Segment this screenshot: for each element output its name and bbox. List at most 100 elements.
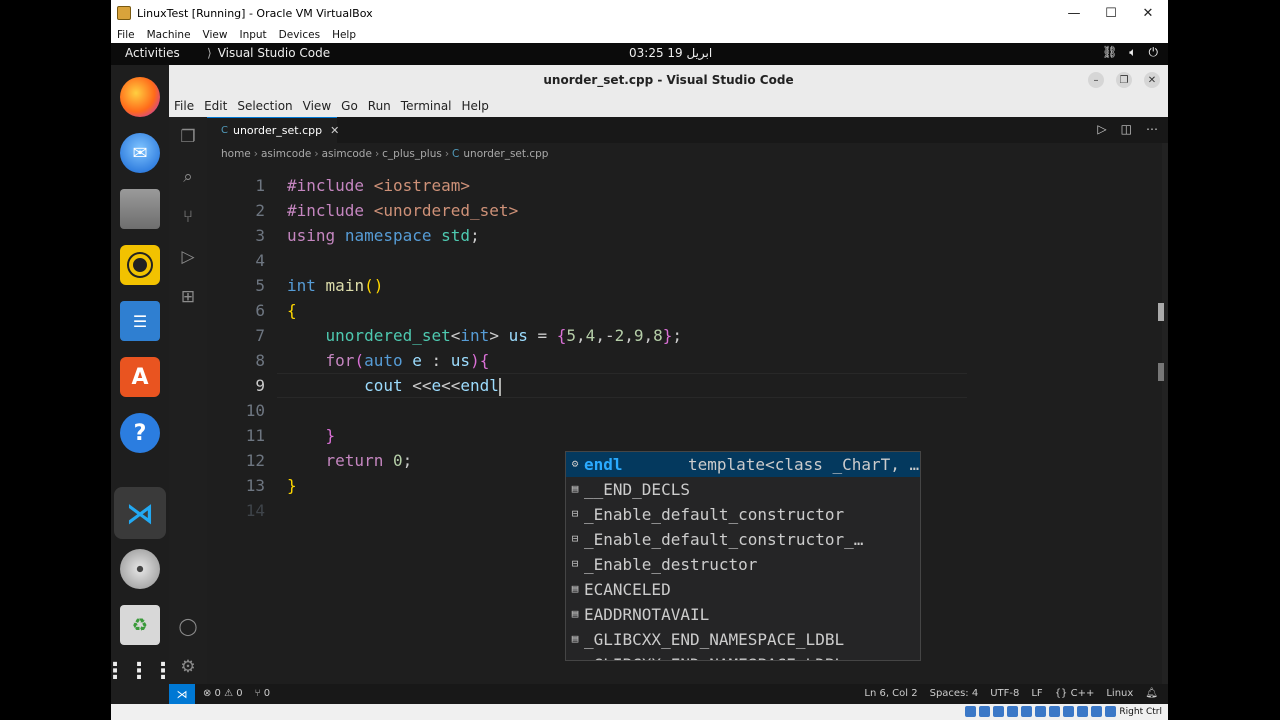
account-icon[interactable]: ◯ — [178, 617, 198, 637]
firefox-icon[interactable] — [120, 77, 160, 117]
software-icon[interactable]: A — [120, 357, 160, 397]
recording-icon[interactable] — [1063, 706, 1075, 717]
breadcrumb-item[interactable]: c_plus_plus — [382, 148, 442, 160]
menu-run[interactable]: Run — [363, 95, 396, 117]
editor-actions: ▷ ◫ ⋯ — [1097, 122, 1158, 136]
gnome-top-bar: Activities ⟩ Visual Studio Code 03:25 اب… — [111, 43, 1168, 65]
network-icon: ⛓ — [1102, 45, 1118, 59]
breadcrumb-item[interactable]: asimcode — [322, 148, 372, 160]
breadcrumb: home › asimcode › asimcode › c_plus_plus › C… — [221, 148, 549, 160]
optical-icon[interactable] — [979, 706, 991, 717]
run-debug-icon[interactable]: ▷ — [178, 247, 198, 267]
language-mode[interactable]: {} C++ — [1055, 688, 1095, 699]
menu-view[interactable]: View — [298, 95, 336, 117]
trash-icon[interactable]: ♻ — [120, 605, 160, 645]
app-menu[interactable]: ⟩ Visual Studio Code — [207, 46, 330, 60]
writer-icon[interactable]: ☰ — [120, 301, 160, 341]
manage-gear-icon[interactable]: ⚙ — [178, 657, 198, 677]
virtualbox-title: LinuxTest [Running] - Oracle VM VirtualB… — [137, 6, 373, 20]
breadcrumb-item[interactable]: unorder_set.cpp — [463, 148, 548, 160]
line-number: 9 — [255, 376, 265, 395]
display-icon[interactable] — [1049, 706, 1061, 717]
network-adapter-icon[interactable] — [1007, 706, 1019, 717]
cursor-position[interactable]: Ln 6, Col 2 — [864, 688, 917, 699]
menu-edit[interactable]: Edit — [199, 95, 232, 117]
audio-icon[interactable] — [993, 706, 1005, 717]
virtualbox-status-bar: Right Ctrl — [111, 704, 1168, 720]
help-icon[interactable]: ? — [120, 413, 160, 453]
cpu-icon[interactable] — [1077, 706, 1089, 717]
files-icon[interactable] — [120, 189, 160, 229]
close-icon[interactable]: ✕ — [1129, 0, 1167, 26]
vbox-menu-view[interactable]: View — [197, 26, 234, 43]
menu-selection[interactable]: Selection — [232, 95, 297, 117]
menu-help[interactable]: Help — [457, 95, 494, 117]
extensions-icon[interactable]: ⊞ — [178, 287, 198, 307]
suggestion-item[interactable]: ▤ __END_DECLS — [566, 477, 920, 502]
suggestion-item[interactable]: ▤_GLIBCXX_END_NAMESPACE_LDBL — [566, 627, 920, 652]
keyword-icon: ▤ — [571, 607, 579, 620]
mouse-integration-icon[interactable] — [1091, 706, 1103, 717]
scrollbar-thumb[interactable] — [1158, 363, 1164, 381]
suggestion-item[interactable]: ⊟ _Enable_destructor — [566, 552, 920, 577]
tab-close-icon[interactable]: ✕ — [330, 124, 339, 137]
activity-bar: ❐ ⌕ ⑂ ▷ ⊞ ◯ ⚙ — [169, 117, 207, 684]
encoding[interactable]: UTF-8 — [990, 688, 1019, 699]
tab-bar: C unorder_set.cpp ✕ ▷ ◫ ⋯ — [207, 117, 1168, 143]
keyword-icon: ▤ — [571, 632, 579, 645]
breadcrumb-item[interactable]: asimcode — [261, 148, 311, 160]
ports-status[interactable]: ⑂ 0 — [255, 688, 271, 699]
shared-folder-icon[interactable] — [1035, 706, 1047, 717]
line-number: 3 — [255, 226, 265, 245]
maximize-icon[interactable]: ☐ — [1092, 0, 1130, 26]
tab-unorder-set[interactable]: C unorder_set.cpp ✕ — [207, 117, 339, 143]
vbox-menu-devices[interactable]: Devices — [273, 26, 326, 43]
code-text: } — [287, 476, 297, 495]
vbox-menu-input[interactable]: Input — [233, 26, 272, 43]
vscode-icon[interactable]: ⋊ — [120, 493, 160, 533]
end-of-line[interactable]: LF — [1031, 688, 1042, 699]
clock[interactable]: 03:25 ابریل 19 — [629, 46, 712, 60]
apps-grid-icon[interactable]: ⋮⋮⋮ — [111, 651, 174, 691]
vscode-restore-icon[interactable]: ❐ — [1116, 72, 1132, 88]
vbox-menu-file[interactable]: File — [111, 26, 141, 43]
current-code-line: 9 cout <<e<<endl — [207, 373, 1168, 398]
vscode-minimize-icon[interactable]: – — [1088, 72, 1104, 88]
run-file-icon[interactable]: ▷ — [1097, 122, 1106, 136]
line-number: 12 — [245, 451, 265, 470]
source-control-icon[interactable]: ⑂ — [178, 207, 198, 227]
system-tray[interactable]: ⛓ 🔈︎ ⏻ — [1102, 45, 1158, 60]
rhythmbox-icon[interactable] — [120, 245, 160, 285]
suggestion-item[interactable]: ▤ ECANCELED — [566, 577, 920, 602]
menu-go[interactable]: Go — [336, 95, 363, 117]
platform[interactable]: Linux — [1106, 688, 1133, 699]
split-editor-icon[interactable]: ◫ — [1121, 122, 1132, 136]
explorer-icon[interactable]: ❐ — [178, 127, 198, 147]
vscode-close-icon[interactable]: ✕ — [1144, 72, 1160, 88]
usb-icon[interactable] — [1021, 706, 1033, 717]
vbox-menu-help[interactable]: Help — [326, 26, 362, 43]
breadcrumb-item[interactable]: home — [221, 148, 251, 160]
suggestion-item[interactable]: ⚙ endl template<class _CharT, … — [566, 452, 920, 477]
status-right: Ln 6, Col 2 Spaces: 4 UTF-8 LF {} C++ Li… — [864, 688, 1158, 699]
minimize-icon[interactable]: — — [1055, 0, 1093, 26]
search-icon[interactable]: ⌕ — [178, 167, 198, 187]
vbox-menu-machine[interactable]: Machine — [141, 26, 197, 43]
disc-icon[interactable] — [120, 549, 160, 589]
hdd-icon[interactable] — [965, 706, 977, 717]
problems-status[interactable]: ⊗ 0 ⚠ 0 — [203, 688, 243, 699]
menu-file[interactable]: File — [169, 95, 199, 117]
suggestion-item[interactable]: ▤ EADDRNOTAVAIL — [566, 602, 920, 627]
activities-button[interactable]: Activities — [125, 46, 180, 60]
suggestion-item[interactable]: ⊟ _Enable_default_constructor_… — [566, 527, 920, 552]
thunderbird-icon[interactable]: ✉ — [120, 133, 160, 173]
suggestion-item[interactable]: ⊟ _Enable_default_constructor — [566, 502, 920, 527]
minimap[interactable] — [1162, 143, 1168, 684]
menu-terminal[interactable]: Terminal — [396, 95, 457, 117]
volume-icon: 🔈︎ — [1129, 45, 1137, 59]
suggestion-item[interactable]: ▤_GLIBCXX_END_NAMESPACE_LDBL — [566, 652, 920, 660]
notifications-bell-icon[interactable]: 🔔︎ — [1145, 688, 1158, 699]
remote-indicator-icon[interactable]: ⋊ — [169, 684, 195, 704]
more-actions-icon[interactable]: ⋯ — [1146, 122, 1158, 136]
indentation[interactable]: Spaces: 4 — [930, 688, 979, 699]
